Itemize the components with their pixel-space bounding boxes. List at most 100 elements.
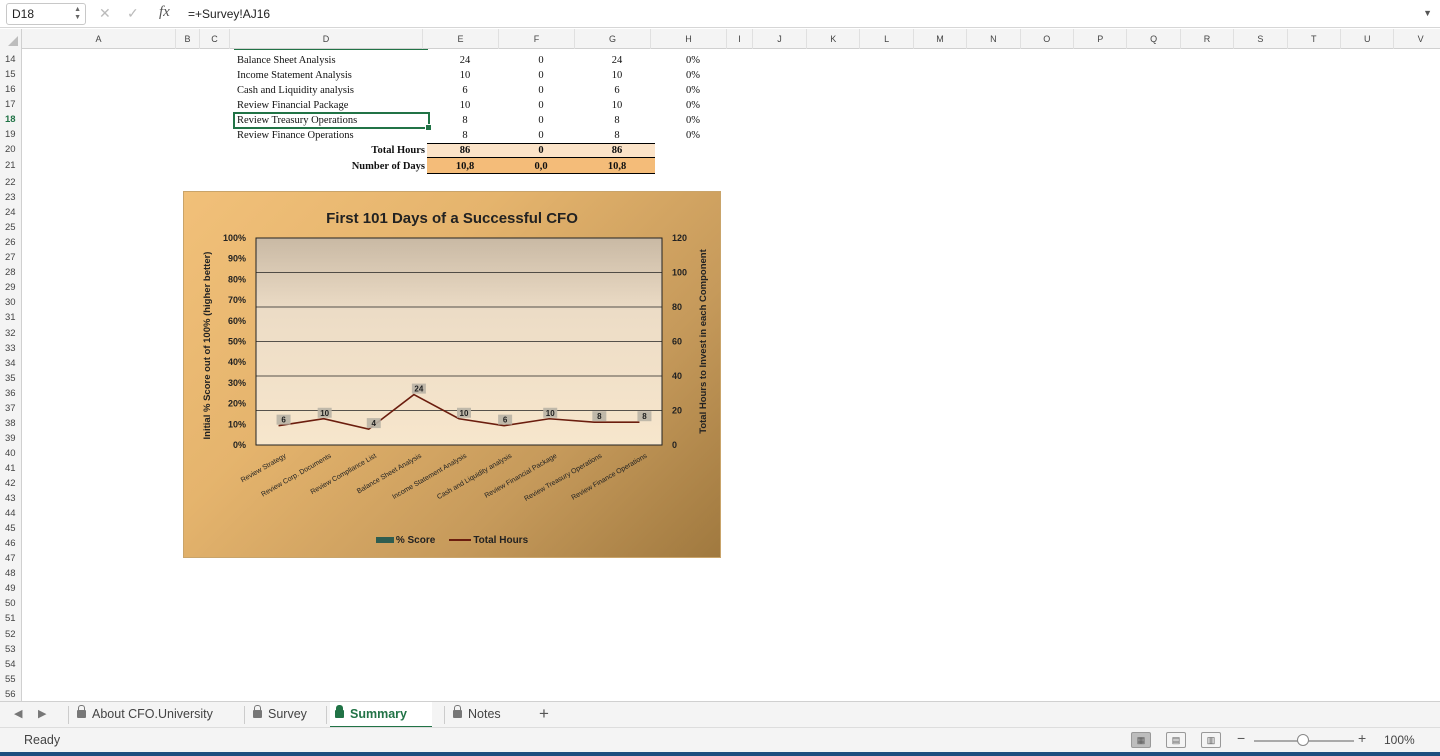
- enter-icon[interactable]: ✓: [127, 5, 139, 22]
- row-header-19[interactable]: 19: [0, 129, 22, 140]
- column-header-f[interactable]: F: [499, 29, 575, 49]
- column-header-r[interactable]: R: [1181, 29, 1235, 49]
- sheet-tab-summary[interactable]: Summary: [330, 702, 432, 728]
- page-break-view-icon[interactable]: ▥: [1201, 732, 1221, 748]
- selected-cell-D18[interactable]: [233, 112, 432, 131]
- row-header-23[interactable]: 23: [0, 192, 22, 203]
- row-header-16[interactable]: 16: [0, 84, 22, 95]
- sheet-tab-notes[interactable]: Notes: [448, 702, 518, 728]
- row-header-28[interactable]: 28: [0, 267, 22, 278]
- sheet-grid[interactable]: Balance Sheet Analysis 24 0 24 0% Income Stat…: [22, 49, 1440, 701]
- row-header-56[interactable]: 56: [0, 689, 22, 700]
- left-axis-tick: 100%: [223, 233, 246, 243]
- page-layout-view-icon[interactable]: ▤: [1166, 732, 1186, 748]
- row-header-22[interactable]: 22: [0, 177, 22, 188]
- row-header-31[interactable]: 31: [0, 312, 22, 323]
- row-header-25[interactable]: 25: [0, 222, 22, 233]
- column-header-j[interactable]: J: [753, 29, 807, 49]
- row-header-33[interactable]: 33: [0, 343, 22, 354]
- sheet-tab-survey[interactable]: Survey: [248, 702, 318, 728]
- lock-icon: [335, 705, 344, 718]
- row-header-24[interactable]: 24: [0, 207, 22, 218]
- formula-input[interactable]: =+Survey!AJ16: [188, 7, 270, 21]
- row-header-37[interactable]: 37: [0, 403, 22, 414]
- zoom-out-button[interactable]: −: [1237, 730, 1245, 746]
- row-header-29[interactable]: 29: [0, 282, 22, 293]
- name-box-spinner-icon[interactable]: ▲ ▼: [74, 6, 81, 22]
- expand-formula-bar-icon[interactable]: ▼: [1423, 8, 1432, 18]
- column-header-d[interactable]: D: [230, 29, 423, 49]
- row-header-39[interactable]: 39: [0, 433, 22, 444]
- row-header-55[interactable]: 55: [0, 674, 22, 685]
- row-header-44[interactable]: 44: [0, 508, 22, 519]
- row-header-54[interactable]: 54: [0, 659, 22, 670]
- row-header-42[interactable]: 42: [0, 478, 22, 489]
- column-header-k[interactable]: K: [807, 29, 861, 49]
- row-header-51[interactable]: 51: [0, 613, 22, 624]
- row-header-43[interactable]: 43: [0, 493, 22, 504]
- zoom-slider-thumb[interactable]: [1297, 734, 1309, 746]
- row-header-41[interactable]: 41: [0, 463, 22, 474]
- insert-function-button[interactable]: fx: [159, 4, 170, 21]
- cancel-icon[interactable]: ✕: [99, 5, 111, 22]
- column-header-s[interactable]: S: [1234, 29, 1288, 49]
- row-header-45[interactable]: 45: [0, 523, 22, 534]
- row-header-26[interactable]: 26: [0, 237, 22, 248]
- row-header-52[interactable]: 52: [0, 629, 22, 640]
- column-header-b[interactable]: B: [176, 29, 200, 49]
- normal-view-icon[interactable]: ▦: [1131, 732, 1151, 748]
- column-header-p[interactable]: P: [1074, 29, 1128, 49]
- row-header-47[interactable]: 47: [0, 553, 22, 564]
- column-header-q[interactable]: Q: [1127, 29, 1181, 49]
- row-header-17[interactable]: 17: [0, 99, 22, 110]
- name-box[interactable]: D18 ▲ ▼: [6, 3, 86, 25]
- lock-icon: [77, 705, 86, 718]
- row-header-35[interactable]: 35: [0, 373, 22, 384]
- row-header-15[interactable]: 15: [0, 69, 22, 80]
- row-header-20[interactable]: 20: [0, 144, 22, 155]
- row-header-21[interactable]: 21: [0, 160, 22, 171]
- column-header-g[interactable]: G: [575, 29, 651, 49]
- row-header-38[interactable]: 38: [0, 418, 22, 429]
- column-header-a[interactable]: A: [22, 29, 176, 49]
- select-all-corner[interactable]: [0, 29, 22, 49]
- row-header-27[interactable]: 27: [0, 252, 22, 263]
- add-sheet-button[interactable]: +: [539, 704, 549, 724]
- row-header-40[interactable]: 40: [0, 448, 22, 459]
- column-header-m[interactable]: M: [914, 29, 968, 49]
- total-hours-value: 86: [611, 145, 623, 156]
- data-label: 10: [320, 409, 329, 418]
- days-label: Number of Days: [351, 161, 425, 172]
- category-label: Income Statement Analysis: [391, 452, 468, 501]
- row-header-18[interactable]: 18: [0, 114, 22, 125]
- sheet-tab-about-cfo-university[interactable]: About CFO.University: [72, 702, 232, 728]
- row-header-14[interactable]: 14: [0, 54, 22, 65]
- column-header-n[interactable]: N: [967, 29, 1021, 49]
- next-sheet-icon[interactable]: ▶: [38, 707, 46, 720]
- zoom-in-button[interactable]: +: [1358, 730, 1366, 746]
- cfo-chart[interactable]: First 101 Days of a Successful CFO 0 20 40…: [183, 191, 721, 558]
- prev-sheet-icon[interactable]: ◀: [14, 707, 22, 720]
- row-header-34[interactable]: 34: [0, 358, 22, 369]
- row-header-50[interactable]: 50: [0, 598, 22, 609]
- row-header-32[interactable]: 32: [0, 328, 22, 339]
- row-header-46[interactable]: 46: [0, 538, 22, 549]
- column-header-o[interactable]: O: [1021, 29, 1074, 49]
- row-header-53[interactable]: 53: [0, 644, 22, 655]
- column-header-i[interactable]: I: [727, 29, 753, 49]
- column-header-v[interactable]: V: [1394, 29, 1440, 49]
- legend-hours-label: Total Hours: [473, 535, 529, 546]
- row-header-36[interactable]: 36: [0, 388, 22, 399]
- cell-value: 0: [538, 70, 544, 81]
- column-header-t[interactable]: T: [1288, 29, 1341, 49]
- column-header-u[interactable]: U: [1341, 29, 1395, 49]
- row-header-48[interactable]: 48: [0, 568, 22, 579]
- column-header-h[interactable]: H: [651, 29, 727, 49]
- row-header-30[interactable]: 30: [0, 297, 22, 308]
- spreadsheet-window: D18 ▲ ▼ ✕ ✓ fx =+Survey!AJ16 ▼ ABCDEFGHIJ…: [0, 0, 1440, 756]
- row-label: Income Statement Analysis: [237, 70, 352, 81]
- column-header-e[interactable]: E: [423, 29, 499, 49]
- column-header-c[interactable]: C: [200, 29, 230, 49]
- row-header-49[interactable]: 49: [0, 583, 22, 594]
- column-header-l[interactable]: L: [860, 29, 914, 49]
